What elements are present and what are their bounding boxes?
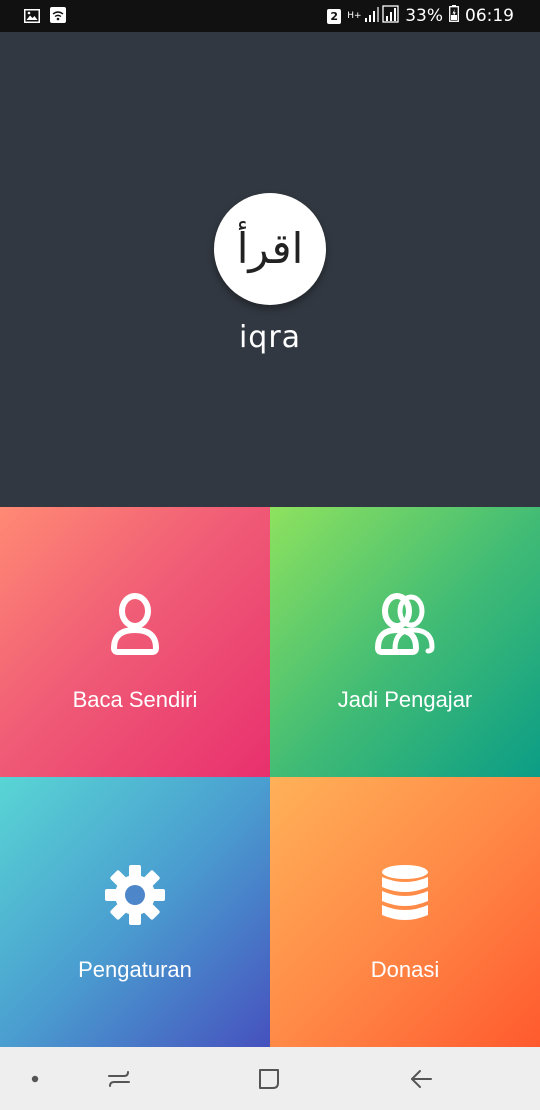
gallery-icon (24, 8, 40, 27)
people-icon (375, 593, 435, 657)
dot-icon[interactable] (20, 1065, 50, 1093)
gear-icon (105, 863, 165, 927)
status-bar: 2 H+ 33% 06:19 (0, 0, 540, 32)
system-nav-bar (0, 1047, 540, 1110)
menu-tile-label: Pengaturan (78, 957, 192, 982)
person-icon (105, 593, 165, 657)
home-icon[interactable] (254, 1065, 284, 1093)
database-icon (375, 863, 435, 927)
battery-icon (449, 5, 459, 27)
sim-slot-badge: 2 (327, 8, 342, 24)
app-name: iqra (238, 320, 302, 355)
logo-arabic-text: اقرأ (236, 224, 304, 273)
back-icon[interactable] (406, 1065, 436, 1093)
network-type: H+ (347, 10, 362, 21)
clock: 06:19 (465, 6, 514, 26)
menu-tile-baca-sendiri[interactable]: Baca Sendiri (0, 507, 270, 777)
menu-tile-label: Donasi (370, 957, 440, 982)
signal-icon (365, 4, 399, 28)
menu-tile-pengaturan[interactable]: Pengaturan (0, 777, 270, 1047)
menu-tile-donasi[interactable]: Donasi (270, 777, 540, 1047)
recent-apps-icon[interactable] (104, 1065, 134, 1093)
app-logo: اقرأ (214, 193, 326, 305)
menu-tile-label: Baca Sendiri (72, 687, 198, 712)
menu-tile-jadi-pengajar[interactable]: Jadi Pengajar (270, 507, 540, 777)
menu-tile-label: Jadi Pengajar (337, 687, 473, 712)
header: اقرأ iqra (0, 32, 540, 507)
menu-grid: Baca Sendiri Jadi Pengajar Pengaturan Do… (0, 507, 540, 1047)
battery-percent: 33% (405, 6, 443, 26)
wifi-icon (50, 7, 66, 27)
